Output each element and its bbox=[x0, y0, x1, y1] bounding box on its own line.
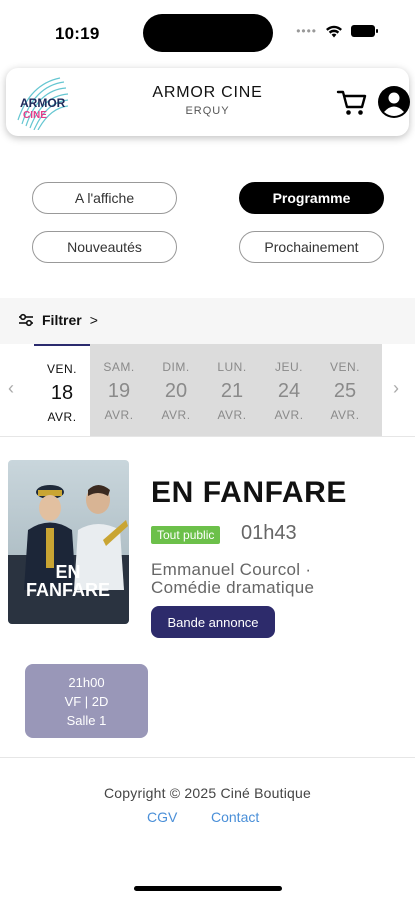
divider bbox=[0, 757, 415, 758]
date-dow: VEN. bbox=[46, 362, 77, 376]
tab-programme[interactable]: Programme bbox=[239, 182, 384, 214]
status-icons: •••• bbox=[296, 24, 378, 38]
date-month: AVR. bbox=[161, 408, 191, 422]
date-item-2[interactable]: DIM. 20 AVR. bbox=[148, 344, 204, 436]
header-card: ARMOR CINE ARMOR CINE ERQUY bbox=[6, 68, 411, 136]
date-dow: VEN. bbox=[329, 360, 360, 374]
poster-image: EN FANFARE bbox=[8, 460, 129, 624]
date-day: 20 bbox=[164, 380, 188, 402]
poster-title-line1: EN bbox=[55, 562, 80, 582]
date-month: AVR. bbox=[104, 408, 134, 422]
poster-title-line2: FANFARE bbox=[26, 580, 110, 600]
date-item-5[interactable]: VEN. 25 AVR. bbox=[317, 344, 373, 436]
showtime-room: Salle 1 bbox=[66, 713, 107, 728]
movie-title[interactable]: EN FANFARE bbox=[151, 476, 347, 510]
showtime-format: VF | 2D bbox=[64, 694, 109, 709]
movie-poster[interactable]: EN FANFARE bbox=[8, 460, 129, 624]
dynamic-island bbox=[143, 14, 273, 52]
date-item-1[interactable]: SAM. 19 AVR. bbox=[91, 344, 147, 436]
date-dow: DIM. bbox=[162, 360, 190, 374]
filter-button[interactable]: Filtrer > bbox=[18, 312, 98, 328]
date-item-0[interactable]: VEN. 18 AVR. bbox=[34, 344, 90, 436]
date-month: AVR. bbox=[274, 408, 304, 422]
date-dow: JEU. bbox=[274, 360, 303, 374]
date-day: 21 bbox=[220, 380, 244, 402]
rating-badge: Tout public bbox=[151, 526, 221, 544]
status-time: 10:19 bbox=[55, 24, 100, 43]
date-day: 25 bbox=[333, 380, 357, 402]
wifi-icon bbox=[326, 25, 342, 37]
chevron-right-icon: > bbox=[89, 312, 98, 328]
movie-genre: Comédie dramatique bbox=[151, 578, 315, 597]
filter-bar: Filtrer > bbox=[0, 298, 415, 344]
next-dates-arrow-icon[interactable]: › bbox=[393, 378, 399, 399]
trailer-button[interactable]: Bande annonce bbox=[151, 606, 275, 638]
cgv-link[interactable]: CGV bbox=[147, 809, 177, 825]
filter-label: Filtrer bbox=[42, 312, 82, 328]
battery-icon bbox=[351, 25, 378, 37]
movie-director: Emmanuel Courcol · bbox=[151, 560, 312, 579]
date-month: AVR. bbox=[330, 408, 360, 422]
contact-link[interactable]: Contact bbox=[211, 809, 259, 825]
showtime-button[interactable]: 21h00 VF | 2D Salle 1 bbox=[25, 664, 148, 738]
date-dow: SAM. bbox=[103, 360, 135, 374]
filter-icon bbox=[19, 313, 33, 327]
date-day: 19 bbox=[107, 380, 131, 402]
tab-nouveautes[interactable]: Nouveautés bbox=[32, 231, 177, 263]
date-dow: LUN. bbox=[217, 360, 247, 374]
showtime-time: 21h00 bbox=[68, 675, 105, 690]
date-month: AVR. bbox=[47, 410, 77, 424]
date-day: 18 bbox=[50, 382, 74, 404]
tab-a-laffiche[interactable]: A l'affiche bbox=[32, 182, 177, 214]
status-bar: 10:19 •••• bbox=[0, 0, 415, 60]
copyright-text: Copyright © 2025 Ciné Boutique bbox=[104, 785, 311, 801]
prev-dates-arrow-icon[interactable]: ‹ bbox=[8, 378, 14, 399]
user-icon[interactable] bbox=[377, 85, 411, 119]
date-item-3[interactable]: LUN. 21 AVR. bbox=[204, 344, 260, 436]
movie-duration: 01h43 bbox=[241, 522, 297, 544]
date-selector: ‹ VEN. 18 AVR. SAM. 19 AVR. DIM. 20 AVR.… bbox=[0, 344, 415, 436]
date-month: AVR. bbox=[217, 408, 247, 422]
date-day: 24 bbox=[277, 380, 301, 402]
date-item-4[interactable]: JEU. 24 AVR. bbox=[261, 344, 317, 436]
divider bbox=[0, 436, 415, 437]
signal-icon: •••• bbox=[296, 24, 317, 38]
cart-icon[interactable] bbox=[336, 86, 368, 118]
tab-prochainement[interactable]: Prochainement bbox=[239, 231, 384, 263]
home-indicator[interactable] bbox=[134, 886, 282, 891]
